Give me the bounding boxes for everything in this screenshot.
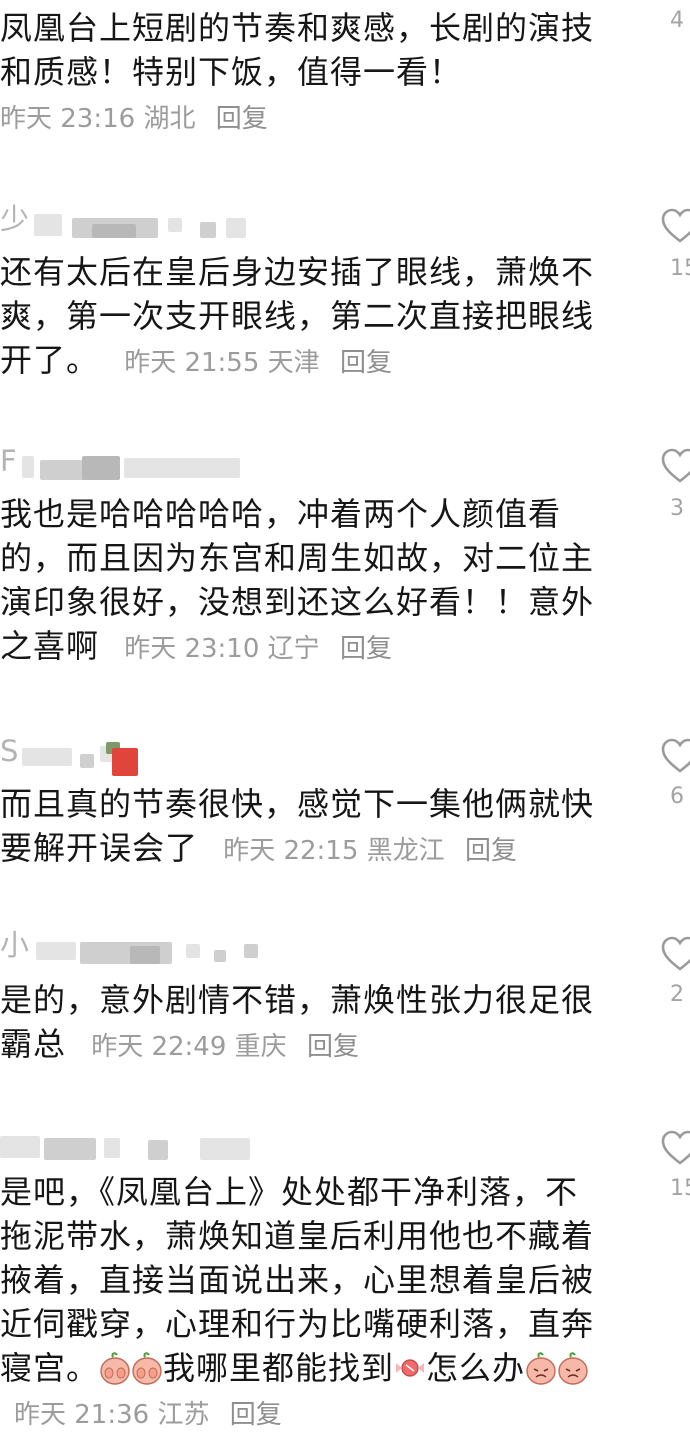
like-button[interactable] (660, 936, 690, 972)
like-count: 4 (670, 8, 684, 33)
comment-text-block: 我也是哈哈哈哈哈，冲着两个人颜值看的，而且因为东宫和周生如故，对二位主演印象很好… (0, 492, 610, 671)
comment-text: 凤凰台上短剧的节奏和爽感，长剧的演技和质感！特别下饭，值得一看！ (0, 9, 595, 91)
heart-outline-icon (661, 448, 690, 483)
comment-location: 黑龙江 (366, 836, 445, 866)
comment-time: 昨天 22:49 (91, 1032, 227, 1062)
username[interactable]: S (0, 734, 260, 776)
comment-time: 昨天 21:55 (124, 348, 260, 378)
reply-button[interactable]: 回复 (216, 104, 268, 134)
comment-location: 江苏 (157, 1400, 210, 1430)
username[interactable]: 少 (0, 202, 260, 238)
username[interactable] (0, 1128, 260, 1160)
username-text: F (0, 444, 17, 478)
reply-button[interactable]: 回复 (465, 836, 517, 866)
username-text: 少 (0, 202, 30, 236)
like-count: 2 (670, 982, 684, 1007)
like-button[interactable] (660, 738, 690, 774)
comment-time: 昨天 23:16 (0, 104, 136, 134)
like-count: 3 (670, 496, 684, 521)
username-text: 小 (0, 928, 30, 962)
like-count: 6 (670, 784, 684, 809)
comment-text-block: 凤凰台上短剧的节奏和爽感，长剧的演技和质感！特别下饭，值得一看！ 昨天 23:1… (0, 6, 610, 141)
reply-button[interactable]: 回复 (340, 634, 392, 664)
like-count: 15 (670, 1176, 690, 1201)
like-button[interactable] (660, 448, 690, 484)
heart-outline-icon (661, 936, 690, 971)
candy-emoji (394, 1351, 426, 1385)
heart-outline-icon (661, 1130, 690, 1165)
comment-text-block: 还有太后在皇后身边安插了眼线，萧焕不爽，第一次支开眼线，第二次直接把眼线开了。 … (0, 250, 610, 385)
reply-button[interactable]: 回复 (230, 1400, 282, 1430)
comment-time: 昨天 22:15 (223, 836, 359, 866)
comment-location: 湖北 (143, 104, 196, 134)
comment-location: 重庆 (234, 1032, 287, 1062)
like-button[interactable] (660, 1130, 690, 1166)
reply-button[interactable]: 回复 (340, 348, 392, 378)
comment-time: 昨天 21:36 (14, 1400, 150, 1430)
username[interactable]: F (0, 444, 260, 480)
heart-outline-icon (661, 208, 690, 243)
comment-text-end: 怎么办 (426, 1349, 526, 1387)
username[interactable]: 小 (0, 928, 260, 964)
peach-covering-face-emoji (131, 1351, 163, 1385)
heart-outline-icon (661, 738, 690, 773)
username-text: S (0, 734, 19, 768)
reply-button[interactable]: 回复 (307, 1032, 359, 1062)
like-button[interactable] (660, 208, 690, 244)
peach-crying-emoji (525, 1351, 557, 1385)
comment-time: 昨天 23:10 (124, 634, 260, 664)
comment-text-block: 是的，意外剧情不错，萧焕性张力很足很霸总 昨天 22:49 重庆 回复 (0, 978, 610, 1069)
like-count: 15 (670, 256, 690, 281)
comment-location: 天津 (267, 348, 320, 378)
peach-covering-face-emoji (99, 1351, 131, 1385)
peach-crying-emoji (557, 1351, 589, 1385)
comment-text-block: 而且真的节奏很快，感觉下一集他俩就快要解开误会了 昨天 22:15 黑龙江 回复 (0, 782, 610, 873)
comment-text-cont: 我哪里都能找到 (163, 1349, 395, 1387)
comment-location: 辽宁 (267, 634, 320, 664)
comment-text-block: 是吧，《凤凰台上》处处都干净利落，不拖泥带水，萧焕知道皇后利用他也不藏着掖着，直… (0, 1170, 610, 1437)
